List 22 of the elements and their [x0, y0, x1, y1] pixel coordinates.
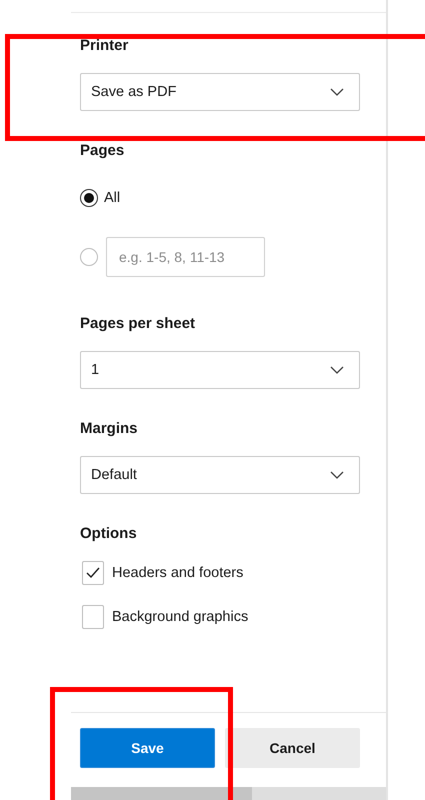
- section-title: Margins: [80, 419, 138, 439]
- section-title: Printer: [80, 36, 128, 56]
- chevron-down-icon: [330, 471, 344, 479]
- chevron-down-icon: [330, 88, 344, 96]
- section-title: Options: [80, 524, 137, 544]
- radio-label: All: [104, 189, 120, 208]
- section-title: Pages per sheet: [80, 314, 196, 334]
- section-title: Pages: [80, 141, 124, 161]
- checkbox-label: Background graphics: [112, 608, 248, 627]
- cancel-button[interactable]: Cancel: [225, 728, 360, 768]
- radio-button[interactable]: [80, 248, 98, 266]
- dropdown-field[interactable]: Save as PDF: [80, 73, 360, 111]
- checkbox-label: Headers and footers: [112, 564, 244, 583]
- checkmark-icon: [86, 567, 100, 579]
- radio-button[interactable]: [80, 189, 98, 207]
- chevron-down-icon: [330, 366, 344, 374]
- page-range-field[interactable]: e.g. 1-5, 8, 11-13: [106, 237, 265, 277]
- dropdown-field[interactable]: 1: [80, 351, 360, 389]
- dropdown-field[interactable]: Default: [80, 456, 360, 494]
- checkbox[interactable]: [82, 561, 104, 585]
- save-button[interactable]: Save: [80, 728, 215, 768]
- checkbox[interactable]: [82, 605, 104, 629]
